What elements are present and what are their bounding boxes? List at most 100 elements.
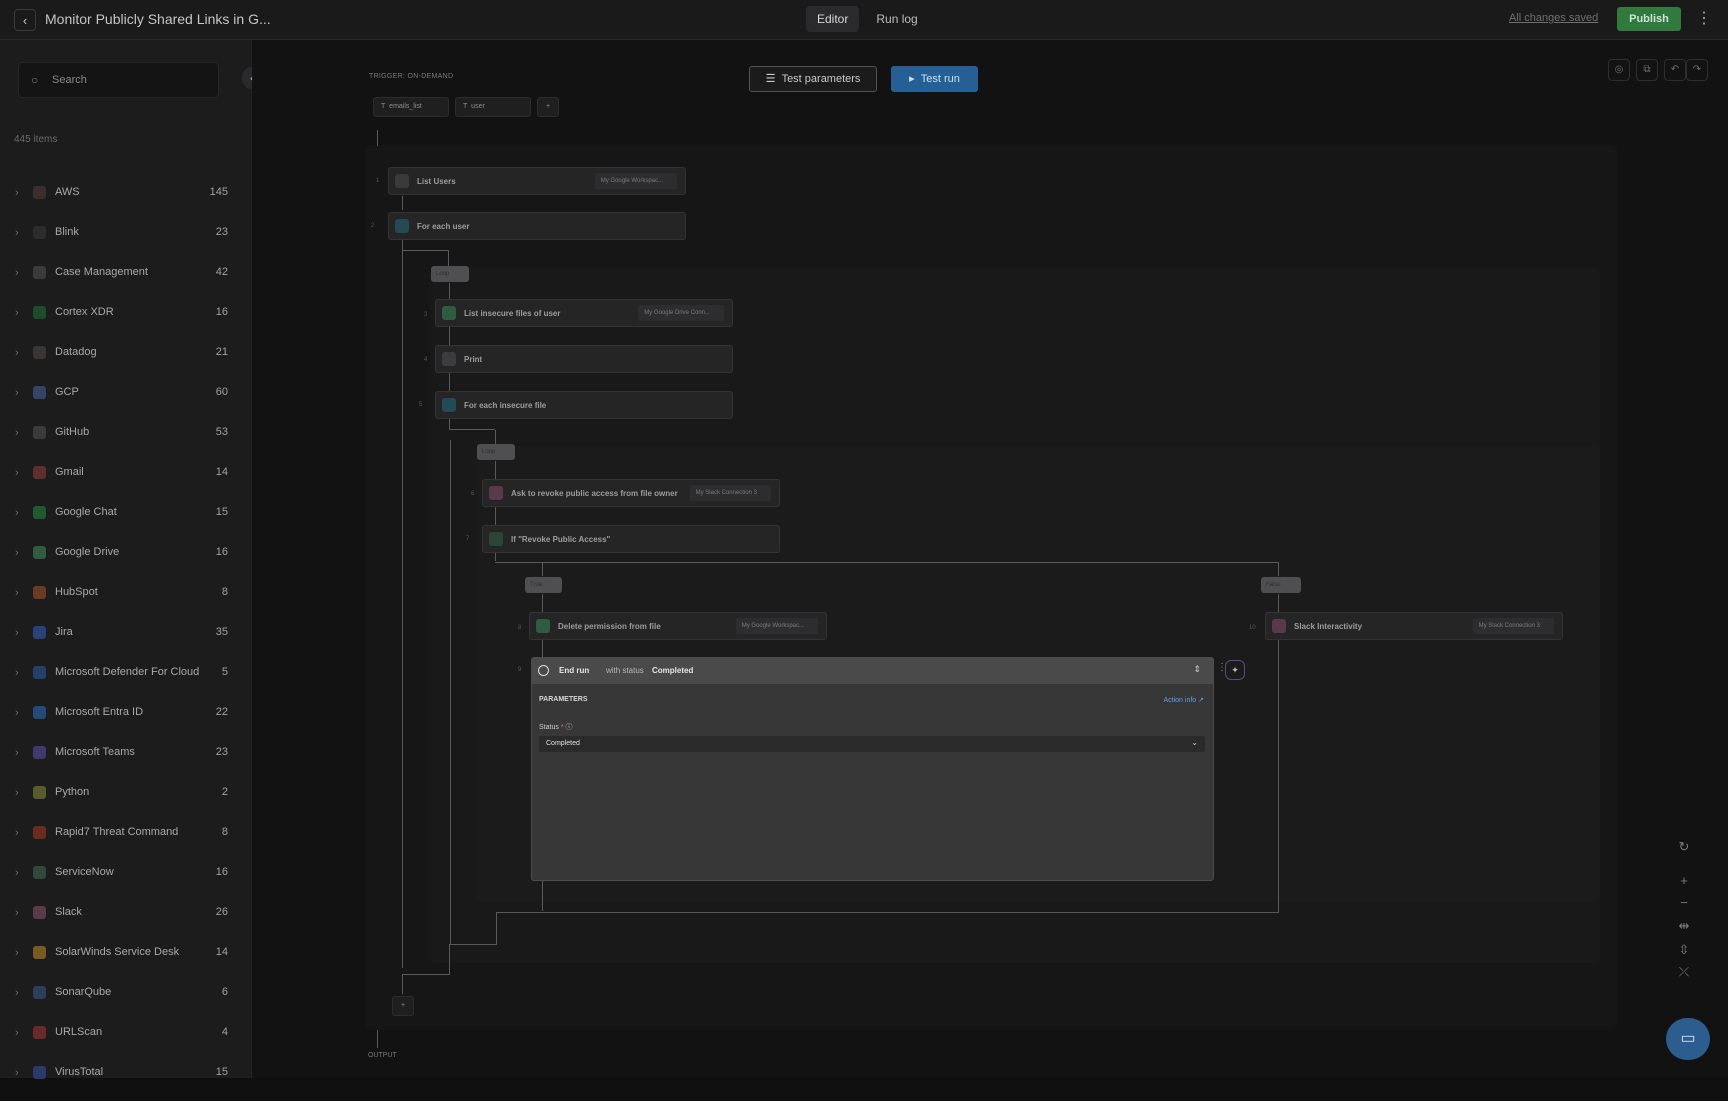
trigger-param-user[interactable]: T user bbox=[455, 97, 531, 117]
sidebar-item[interactable]: › Slack 26 bbox=[0, 901, 252, 941]
sidebar-item[interactable]: › SolarWinds Service Desk 14 bbox=[0, 941, 252, 981]
search-input[interactable]: ○ Search bbox=[18, 62, 219, 98]
end-run-card[interactable]: End run with status Completed ⇕ PARAMETE… bbox=[531, 657, 1214, 881]
undo-icon[interactable]: ↶ bbox=[1664, 59, 1686, 81]
sidebar-item[interactable]: › Microsoft Entra ID 22 bbox=[0, 701, 252, 741]
fit-height-icon[interactable]: ⇳ bbox=[1673, 942, 1695, 962]
chevron-right-icon[interactable]: › bbox=[15, 467, 19, 479]
chevron-right-icon[interactable]: › bbox=[15, 827, 19, 839]
sidebar-item[interactable]: › ServiceNow 16 bbox=[0, 861, 252, 901]
sidebar-item[interactable]: › Case Management 42 bbox=[0, 261, 252, 301]
connector bbox=[542, 640, 543, 657]
loop-pill[interactable]: Loop bbox=[477, 444, 516, 460]
tab-run-log[interactable]: Run log bbox=[865, 6, 928, 32]
copy-icon[interactable]: ⧉ bbox=[1636, 59, 1658, 81]
zoom-in-icon[interactable]: + bbox=[1673, 873, 1695, 893]
add-step-button[interactable]: + bbox=[392, 996, 414, 1016]
chevron-right-icon[interactable]: › bbox=[15, 907, 19, 919]
chevron-right-icon[interactable]: › bbox=[15, 387, 19, 399]
chevron-right-icon[interactable]: › bbox=[15, 747, 19, 759]
more-options-icon[interactable]: ⋮ bbox=[1696, 7, 1712, 31]
action-info-link[interactable]: Action info ↗ bbox=[1163, 696, 1204, 704]
publish-button[interactable]: Publish bbox=[1617, 7, 1681, 31]
camera-icon[interactable]: ◎ bbox=[1608, 59, 1630, 81]
chevron-right-icon[interactable]: › bbox=[15, 707, 19, 719]
reset-icon[interactable]: ↻ bbox=[1673, 839, 1695, 859]
sidebar-item[interactable]: › Microsoft Defender For Cloud 5 bbox=[0, 661, 252, 701]
test-parameters-button[interactable]: ☰ Test parameters bbox=[749, 66, 877, 92]
save-status-link[interactable]: All changes saved bbox=[1509, 12, 1598, 24]
connection-select[interactable]: My Google Workspac... bbox=[735, 618, 818, 634]
tab-editor[interactable]: Editor bbox=[806, 6, 860, 32]
connection-select[interactable]: My Google Drive Conn... bbox=[638, 305, 724, 321]
zoom-out-icon[interactable]: − bbox=[1673, 895, 1695, 915]
chevron-right-icon[interactable]: › bbox=[15, 587, 19, 599]
connection-select[interactable]: My Slack Connection 3 bbox=[1472, 618, 1554, 634]
chevron-right-icon[interactable]: › bbox=[15, 867, 19, 879]
chevron-right-icon[interactable]: › bbox=[15, 547, 19, 559]
sidebar-item[interactable]: › Rapid7 Threat Command 8 bbox=[0, 821, 252, 861]
chat-support-button[interactable]: ▭ bbox=[1666, 1018, 1710, 1060]
chevron-right-icon[interactable]: › bbox=[15, 987, 19, 999]
test-run-button[interactable]: ▸ Test run bbox=[891, 66, 978, 92]
chevron-right-icon[interactable]: › bbox=[15, 307, 19, 319]
sidebar-item[interactable]: › URLScan 4 bbox=[0, 1021, 252, 1061]
card-menu-icon[interactable]: ⇕ bbox=[1193, 664, 1201, 675]
sidebar-item[interactable]: › Gmail 14 bbox=[0, 461, 252, 501]
sidebar-item[interactable]: › SonarQube 6 bbox=[0, 981, 252, 1021]
node-list-users[interactable]: List Users My Google Workspac... bbox=[388, 167, 686, 195]
node-for-each-user[interactable]: For each user bbox=[388, 212, 686, 240]
add-trigger-param-button[interactable]: + bbox=[537, 97, 559, 117]
connection-select[interactable]: My Slack Connection 3 bbox=[689, 485, 771, 501]
integration-logo-icon bbox=[33, 906, 46, 919]
chevron-right-icon[interactable]: › bbox=[15, 427, 19, 439]
node-ai-icon[interactable]: ✦ bbox=[1225, 660, 1245, 680]
chevron-right-icon[interactable]: › bbox=[15, 187, 19, 199]
sidebar-item-label: Microsoft Entra ID bbox=[55, 706, 144, 718]
chevron-right-icon[interactable]: › bbox=[15, 627, 19, 639]
loop-pill[interactable]: Loop bbox=[431, 266, 470, 282]
sidebar-item[interactable]: › Microsoft Teams 23 bbox=[0, 741, 252, 781]
sidebar-item[interactable]: › Google Chat 15 bbox=[0, 501, 252, 541]
back-button[interactable]: ‹ bbox=[14, 9, 36, 31]
node-print[interactable]: Print bbox=[435, 345, 733, 373]
chevron-right-icon[interactable]: › bbox=[15, 667, 19, 679]
connection-select[interactable]: My Google Workspac... bbox=[594, 173, 677, 189]
chevron-right-icon[interactable]: › bbox=[15, 947, 19, 959]
node-list-insecure-files[interactable]: List insecure files of user My Google Dr… bbox=[435, 299, 733, 327]
chevron-right-icon[interactable]: › bbox=[15, 1027, 19, 1039]
sidebar-item[interactable]: › Jira 35 bbox=[0, 621, 252, 661]
sidebar-item-count: 15 bbox=[215, 1066, 228, 1078]
sidebar-item[interactable]: › Google Drive 16 bbox=[0, 541, 252, 581]
chevron-right-icon[interactable]: › bbox=[15, 787, 19, 799]
chevron-right-icon[interactable]: › bbox=[15, 507, 19, 519]
chevron-right-icon[interactable]: › bbox=[15, 347, 19, 359]
sidebar-item[interactable]: › GCP 60 bbox=[0, 381, 252, 421]
redo-icon[interactable]: ↷ bbox=[1686, 59, 1708, 81]
node-slack-interactivity[interactable]: Slack Interactivity My Slack Connection … bbox=[1265, 612, 1563, 640]
collapse-all-icon[interactable]: ⤫ bbox=[1673, 964, 1695, 984]
node-delete-permission[interactable]: Delete permission from file My Google Wo… bbox=[529, 612, 827, 640]
chevron-right-icon[interactable]: › bbox=[15, 267, 19, 279]
sidebar-item[interactable]: › Python 2 bbox=[0, 781, 252, 821]
status-select[interactable]: Completed ⌄ bbox=[539, 736, 1205, 752]
sidebar-item[interactable]: › Datadog 21 bbox=[0, 341, 252, 381]
connector bbox=[449, 373, 450, 391]
node-if-revoke[interactable]: If "Revoke Public Access" bbox=[482, 525, 780, 553]
sidebar-item[interactable]: › HubSpot 8 bbox=[0, 581, 252, 621]
sidebar-item[interactable]: › Blink 23 bbox=[0, 221, 252, 261]
sidebar-item[interactable]: › AWS 145 bbox=[0, 181, 252, 221]
sidebar-item[interactable]: › Cortex XDR 16 bbox=[0, 301, 252, 341]
sidebar-item[interactable]: › VirusTotal 15 bbox=[0, 1061, 252, 1101]
branch-false-pill[interactable]: False bbox=[1261, 577, 1301, 593]
slack-icon bbox=[489, 486, 503, 500]
branch-true-pill[interactable]: True bbox=[525, 577, 563, 593]
node-ask-revoke[interactable]: Ask to revoke public access from file ow… bbox=[482, 479, 780, 507]
chevron-right-icon[interactable]: › bbox=[15, 227, 19, 239]
node-for-each-insecure-file[interactable]: For each insecure file bbox=[435, 391, 733, 419]
trigger-param-emails-list[interactable]: T emails_list bbox=[373, 97, 449, 117]
sidebar-item[interactable]: › GitHub 53 bbox=[0, 421, 252, 461]
end-run-header[interactable]: End run with status Completed ⇕ bbox=[532, 658, 1213, 684]
chevron-right-icon[interactable]: › bbox=[15, 1067, 19, 1079]
fit-width-icon[interactable]: ⇹ bbox=[1673, 918, 1695, 938]
